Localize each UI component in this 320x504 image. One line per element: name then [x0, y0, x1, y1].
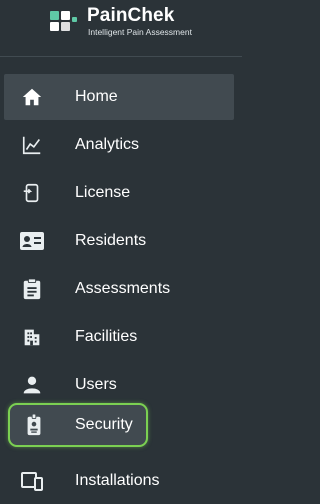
license-icon	[20, 181, 44, 205]
sidebar-item-home[interactable]: Home	[4, 74, 234, 120]
brand-header: PainChek Intelligent Pain Assessment	[0, 0, 242, 46]
sidebar-item-label: Analytics	[75, 136, 140, 153]
sidebar-item-label: Home	[75, 88, 118, 105]
sidebar-item-label: License	[75, 184, 131, 201]
id-card-icon	[20, 229, 44, 253]
sidebar-item-label: Facilities	[75, 328, 138, 345]
sidebar-item-installations[interactable]: Installations	[4, 458, 234, 504]
clipboard-icon	[20, 277, 44, 301]
sidebar-item-license[interactable]: License	[4, 170, 234, 216]
sidebar-item-users[interactable]: Users	[4, 362, 234, 408]
user-icon	[20, 373, 44, 397]
sidebar-item-security[interactable]: Security	[8, 403, 148, 447]
badge-icon	[22, 413, 46, 437]
header-divider	[0, 56, 242, 57]
chart-line-icon	[20, 133, 44, 157]
sidebar-item-residents[interactable]: Residents	[4, 218, 234, 264]
brand-name: PainChek	[87, 5, 175, 26]
sidebar-item-label: Assessments	[75, 280, 171, 297]
sidebar-item-facilities[interactable]: Facilities	[4, 314, 234, 360]
brand-tagline: Intelligent Pain Assessment	[88, 27, 192, 37]
painchek-logo-icon	[47, 7, 81, 37]
home-icon	[20, 85, 44, 109]
sidebar-item-analytics[interactable]: Analytics	[4, 122, 234, 168]
sidebar-item-label: Installations	[75, 472, 160, 489]
building-icon	[20, 325, 44, 349]
sidebar-item-label: Residents	[75, 232, 147, 249]
devices-icon	[20, 469, 44, 493]
sidebar-item-label: Users	[75, 376, 117, 393]
sidebar-item-assessments[interactable]: Assessments	[4, 266, 234, 312]
sidebar-item-label: Security	[75, 416, 133, 433]
